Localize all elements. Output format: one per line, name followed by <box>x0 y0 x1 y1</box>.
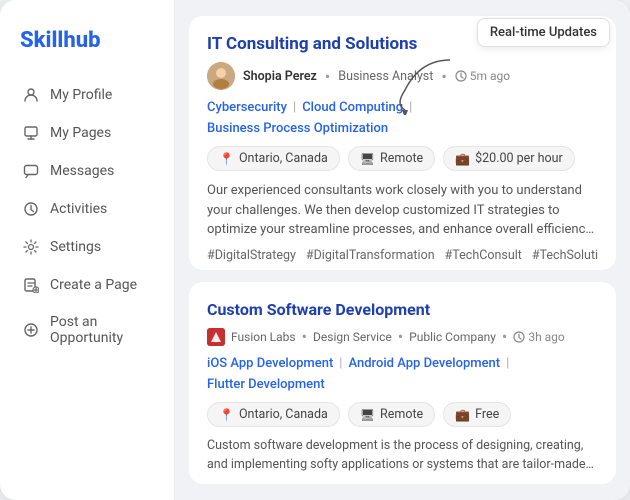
logo-skill: Skill <box>20 28 63 53</box>
logo-hub: hub <box>63 28 100 53</box>
card2-time: 3h ago <box>513 330 564 344</box>
create-icon <box>22 276 40 294</box>
realtime-badge: Real-time Updates <box>477 18 610 47</box>
clock-icon-2 <box>513 331 525 343</box>
money-icon-2: 💼 <box>455 408 470 422</box>
card1-rate-text: $20.00 per hour <box>475 151 563 166</box>
card1-meta: Shopia Perez • Business Analyst • 5m ago <box>207 62 598 90</box>
card-custom-software: Custom Software Development Fusion Labs … <box>189 282 616 484</box>
sidebar-label-post: Post an Opportunity <box>50 314 152 346</box>
sidebar-item-create[interactable]: Create a Page <box>10 267 164 303</box>
card1-hashtags: #DigitalStrategy #DigitalTransformation … <box>207 248 598 263</box>
card1-description: Our experienced consultants work closely… <box>207 181 598 240</box>
card1-tag-0[interactable]: Cybersecurity <box>207 100 287 115</box>
logo: Skillhub <box>20 28 154 53</box>
monitor-icon: 🖥 <box>360 152 375 166</box>
card2-location-text: Ontario, Canada <box>239 407 328 422</box>
app-container: Real-time Updates Skillhub My Profile <box>0 0 630 500</box>
card2-pills: 📍 Ontario, Canada 🖥 Remote 💼 Free <box>207 402 598 427</box>
card2-tag-1[interactable]: Android App Development <box>348 356 500 371</box>
card2-tags: iOS App Development | Android App Develo… <box>207 356 598 392</box>
sidebar-label-profile: My Profile <box>50 87 112 103</box>
card2-type: Design Service <box>313 330 392 344</box>
card1-role: Business Analyst <box>338 69 433 84</box>
card2-title: Custom Software Development <box>207 300 598 319</box>
sidebar-item-pages[interactable]: My Pages <box>10 115 164 151</box>
card1-location-text: Ontario, Canada <box>239 151 328 166</box>
pages-icon <box>22 124 40 142</box>
logo-area: Skillhub <box>0 0 174 77</box>
location-icon: 📍 <box>219 152 234 166</box>
card1-pill-rate: 💼 $20.00 per hour <box>443 146 575 171</box>
card2-free-text: Free <box>475 407 499 422</box>
money-icon: 💼 <box>455 152 470 166</box>
sidebar-item-post[interactable]: Post an Opportunity <box>10 305 164 355</box>
card1-author-name: Shopia Perez <box>243 69 317 84</box>
sidebar-item-activities[interactable]: Activities <box>10 191 164 227</box>
clock-icon <box>455 70 467 82</box>
sidebar: Skillhub My Profile <box>0 0 175 500</box>
card2-pill-remote: 🖥 Remote <box>348 402 435 427</box>
realtime-label: Real-time Updates <box>490 25 597 40</box>
sidebar-item-messages[interactable]: Messages <box>10 153 164 189</box>
card1-author: Shopia Perez <box>243 69 317 84</box>
sidebar-label-settings: Settings <box>50 239 101 255</box>
card2-tag-0[interactable]: iOS App Development <box>207 356 333 371</box>
card2-meta: Fusion Labs • Design Service • Public Co… <box>207 327 598 346</box>
card2-tag-2[interactable]: Flutter Development <box>207 377 325 392</box>
activity-icon <box>22 200 40 218</box>
company-icon <box>207 328 225 346</box>
message-icon <box>22 162 40 180</box>
person-icon <box>22 86 40 104</box>
settings-icon <box>22 238 40 256</box>
card2-pill-location: 📍 Ontario, Canada <box>207 402 340 427</box>
hashtag-2: #TechConsult <box>445 248 522 263</box>
avatar-svg <box>207 62 235 90</box>
sidebar-label-pages: My Pages <box>50 125 111 141</box>
post-icon <box>22 321 40 339</box>
sidebar-label-create: Create a Page <box>50 277 137 293</box>
card2-company-type: Public Company <box>409 330 496 344</box>
card1-time: 5m ago <box>455 69 510 83</box>
hashtag-1: #DigitalTransformation <box>306 248 435 263</box>
monitor-icon-2: 🖥 <box>360 408 375 422</box>
card1-remote-text: Remote <box>380 151 423 166</box>
sidebar-item-profile[interactable]: My Profile <box>10 77 164 113</box>
hashtag-3: #TechSolutions <box>532 248 598 263</box>
card2-remote-text: Remote <box>380 407 423 422</box>
card1-tag-2[interactable]: Business Process Optimization <box>207 121 388 136</box>
card1-pill-location: 📍 Ontario, Canada <box>207 146 340 171</box>
card2-time-text: 3h ago <box>528 330 564 344</box>
card2-description: Custom software development is the proce… <box>207 437 598 475</box>
card1-pills: 📍 Ontario, Canada 🖥 Remote 💼 $20.00 per … <box>207 146 598 171</box>
avatar-inner <box>207 62 235 90</box>
main-content: IT Consulting and Solutions Shopia Perez… <box>175 0 630 500</box>
card1-tags: Cybersecurity | Cloud Computing | Busine… <box>207 100 598 136</box>
card1-time-text: 5m ago <box>470 69 510 83</box>
avatar <box>207 62 235 90</box>
location-icon-2: 📍 <box>219 408 234 422</box>
nav-items: My Profile My Pages <box>0 77 174 355</box>
card2-company: Fusion Labs <box>231 330 296 344</box>
sidebar-label-activities: Activities <box>50 201 107 217</box>
card1-pill-remote: 🖥 Remote <box>348 146 435 171</box>
fusion-labs-icon <box>207 328 225 346</box>
card1-desc-text: Our experienced consultants work closely… <box>207 183 594 237</box>
hashtag-0: #DigitalStrategy <box>207 248 296 263</box>
sidebar-item-settings[interactable]: Settings <box>10 229 164 265</box>
card1-tag-1[interactable]: Cloud Computing <box>302 100 403 115</box>
sidebar-label-messages: Messages <box>50 163 114 179</box>
card2-pill-free: 💼 Free <box>443 402 511 427</box>
